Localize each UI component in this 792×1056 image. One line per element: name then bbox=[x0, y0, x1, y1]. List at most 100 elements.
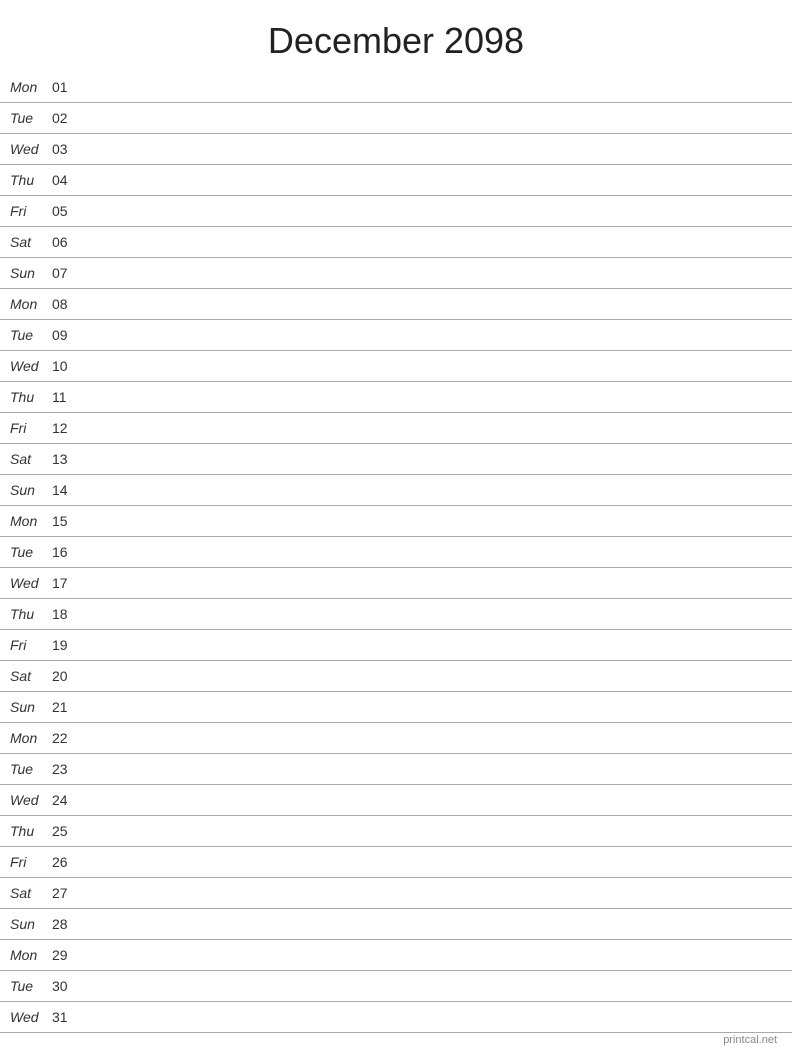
day-name: Sun bbox=[10, 916, 50, 932]
day-row: Tue09 bbox=[0, 320, 792, 351]
day-row: Mon29 bbox=[0, 940, 792, 971]
day-name: Fri bbox=[10, 203, 50, 219]
day-line bbox=[80, 769, 782, 770]
day-number: 19 bbox=[52, 637, 80, 653]
day-line bbox=[80, 304, 782, 305]
day-number: 22 bbox=[52, 730, 80, 746]
day-row: Sun21 bbox=[0, 692, 792, 723]
day-row: Thu25 bbox=[0, 816, 792, 847]
day-line bbox=[80, 645, 782, 646]
day-number: 27 bbox=[52, 885, 80, 901]
day-row: Mon22 bbox=[0, 723, 792, 754]
day-row: Mon08 bbox=[0, 289, 792, 320]
day-name: Mon bbox=[10, 296, 50, 312]
day-number: 24 bbox=[52, 792, 80, 808]
day-row: Thu04 bbox=[0, 165, 792, 196]
day-name: Tue bbox=[10, 110, 50, 126]
day-line bbox=[80, 986, 782, 987]
day-name: Sat bbox=[10, 885, 50, 901]
day-row: Tue16 bbox=[0, 537, 792, 568]
day-line bbox=[80, 862, 782, 863]
day-row: Wed17 bbox=[0, 568, 792, 599]
day-line bbox=[80, 459, 782, 460]
day-line bbox=[80, 893, 782, 894]
page-title: December 2098 bbox=[0, 0, 792, 72]
day-number: 26 bbox=[52, 854, 80, 870]
day-number: 25 bbox=[52, 823, 80, 839]
day-line bbox=[80, 335, 782, 336]
footer-text: printcal.net bbox=[723, 1034, 777, 1046]
day-line bbox=[80, 366, 782, 367]
day-number: 03 bbox=[52, 141, 80, 157]
day-number: 09 bbox=[52, 327, 80, 343]
day-row: Sun07 bbox=[0, 258, 792, 289]
day-number: 20 bbox=[52, 668, 80, 684]
day-name: Wed bbox=[10, 141, 50, 157]
day-row: Fri26 bbox=[0, 847, 792, 878]
day-line bbox=[80, 242, 782, 243]
day-line bbox=[80, 800, 782, 801]
day-row: Sat20 bbox=[0, 661, 792, 692]
day-row: Tue23 bbox=[0, 754, 792, 785]
day-row: Mon15 bbox=[0, 506, 792, 537]
day-name: Mon bbox=[10, 79, 50, 95]
day-name: Sun bbox=[10, 482, 50, 498]
day-line bbox=[80, 924, 782, 925]
day-number: 14 bbox=[52, 482, 80, 498]
day-name: Fri bbox=[10, 637, 50, 653]
day-line bbox=[80, 428, 782, 429]
day-name: Wed bbox=[10, 1009, 50, 1025]
day-number: 17 bbox=[52, 575, 80, 591]
day-row: Fri19 bbox=[0, 630, 792, 661]
day-row: Sun14 bbox=[0, 475, 792, 506]
day-line bbox=[80, 738, 782, 739]
day-line bbox=[80, 490, 782, 491]
day-line bbox=[80, 521, 782, 522]
day-line bbox=[80, 273, 782, 274]
day-line bbox=[80, 955, 782, 956]
day-number: 12 bbox=[52, 420, 80, 436]
day-number: 29 bbox=[52, 947, 80, 963]
day-row: Sat06 bbox=[0, 227, 792, 258]
day-number: 21 bbox=[52, 699, 80, 715]
day-row: Mon01 bbox=[0, 72, 792, 103]
day-number: 28 bbox=[52, 916, 80, 932]
day-name: Wed bbox=[10, 792, 50, 808]
day-row: Tue02 bbox=[0, 103, 792, 134]
day-name: Sat bbox=[10, 451, 50, 467]
day-line bbox=[80, 149, 782, 150]
day-number: 13 bbox=[52, 451, 80, 467]
day-row: Wed10 bbox=[0, 351, 792, 382]
day-number: 05 bbox=[52, 203, 80, 219]
calendar-rows: Mon01Tue02Wed03Thu04Fri05Sat06Sun07Mon08… bbox=[0, 72, 792, 1033]
day-number: 23 bbox=[52, 761, 80, 777]
day-line bbox=[80, 87, 782, 88]
day-name: Sat bbox=[10, 668, 50, 684]
day-number: 04 bbox=[52, 172, 80, 188]
day-name: Sat bbox=[10, 234, 50, 250]
day-number: 07 bbox=[52, 265, 80, 281]
day-row: Sat27 bbox=[0, 878, 792, 909]
day-number: 08 bbox=[52, 296, 80, 312]
day-row: Sun28 bbox=[0, 909, 792, 940]
day-name: Sun bbox=[10, 265, 50, 281]
day-name: Tue bbox=[10, 327, 50, 343]
day-name: Fri bbox=[10, 854, 50, 870]
day-line bbox=[80, 180, 782, 181]
day-name: Mon bbox=[10, 730, 50, 746]
day-name: Tue bbox=[10, 761, 50, 777]
day-number: 11 bbox=[52, 389, 80, 405]
day-name: Wed bbox=[10, 358, 50, 374]
day-row: Tue30 bbox=[0, 971, 792, 1002]
day-name: Thu bbox=[10, 172, 50, 188]
day-row: Wed03 bbox=[0, 134, 792, 165]
day-line bbox=[80, 397, 782, 398]
day-name: Tue bbox=[10, 544, 50, 560]
day-number: 15 bbox=[52, 513, 80, 529]
day-number: 06 bbox=[52, 234, 80, 250]
day-name: Fri bbox=[10, 420, 50, 436]
day-name: Thu bbox=[10, 606, 50, 622]
day-number: 02 bbox=[52, 110, 80, 126]
day-line bbox=[80, 676, 782, 677]
day-number: 10 bbox=[52, 358, 80, 374]
